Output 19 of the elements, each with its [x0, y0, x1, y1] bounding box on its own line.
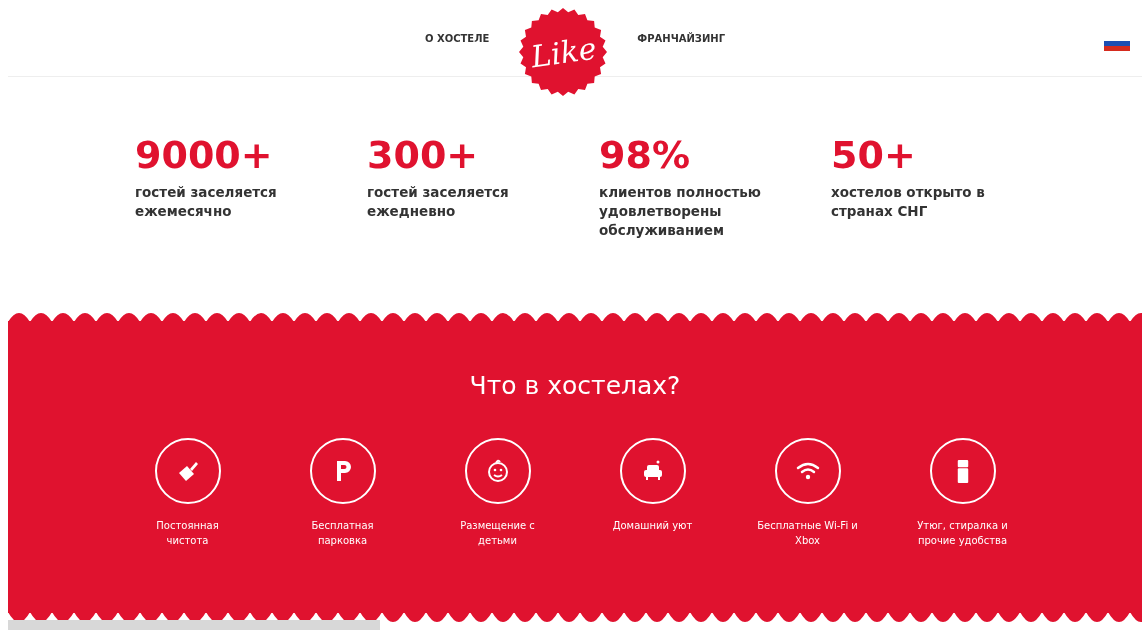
stat-caption: хостелов открыто в странах СНГ [831, 182, 986, 221]
stat-value: 98% [599, 135, 690, 177]
stat-value: 50+ [831, 135, 916, 177]
feature-label: Домашний уют [611, 519, 694, 533]
feature-label: Бесплатные Wi-Fi и Xbox [756, 519, 859, 548]
feature-label: Бесплатная парковка [310, 519, 375, 548]
feature-label: Постоянная чистота [155, 519, 220, 548]
stat-caption: клиентов полностью удовлетворены обслуживанием [599, 182, 762, 240]
stat-value: 9000+ [135, 135, 273, 177]
stat-caption: гостей заселяется ежедневно [367, 182, 510, 221]
feature-label: Утюг, стиралка и прочие удобства [916, 519, 1009, 548]
stat-value: 300+ [367, 135, 479, 177]
logo[interactable]: Like [519, 8, 608, 96]
fridge-icon [956, 459, 969, 483]
stat-caption: гостей заселяется ежемесячно [135, 182, 278, 221]
feature-label: Размещение с детьми [459, 519, 536, 548]
section-title: Что в хостелах? [469, 371, 681, 400]
nav-link[interactable]: ФРАНЧАЙЗИНГ [637, 32, 726, 44]
nav-link[interactable]: О ХОСТЕЛЕ [424, 32, 490, 44]
